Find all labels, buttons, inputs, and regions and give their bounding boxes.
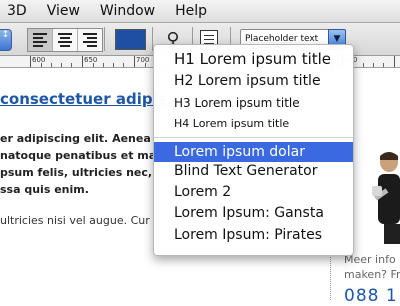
dropdown-item-lorem-2[interactable]: Lorem 2 — [174, 184, 231, 200]
text-style-dropdown-menu: H1 Lorem ipsum title H2 Lorem ipsum titl… — [153, 44, 354, 256]
ruler-tick — [394, 56, 395, 67]
ruler-tick — [134, 56, 135, 67]
alignment-group — [27, 28, 103, 52]
dropdown-item-lorem-gansta[interactable]: Lorem Ipsum: Gansta — [174, 205, 324, 221]
dropdown-item-h1[interactable]: H1 Lorem ipsum title — [174, 50, 331, 68]
align-center-button[interactable] — [53, 29, 78, 51]
align-right-button[interactable] — [78, 29, 102, 51]
paragraph-line: natoque penatibus et mag — [0, 149, 165, 162]
paragraph-line: psum felis, ultricies nec, — [0, 166, 153, 179]
document-paragraph-2[interactable]: ultricies nisi vel augue. Cur — [0, 214, 150, 227]
menu-3d[interactable]: 3D — [0, 3, 27, 19]
stepper-icon[interactable]: ↕ — [0, 29, 12, 51]
document-heading[interactable]: consectetuer adipis — [0, 90, 167, 108]
menu-help[interactable]: Help — [168, 3, 207, 19]
ruler-label: 700 — [136, 56, 150, 64]
ruler-tick — [30, 56, 31, 67]
dropdown-item-h4[interactable]: H4 Lorem ipsum title — [174, 117, 289, 130]
align-left-button[interactable] — [28, 29, 53, 51]
dropdown-item-h3[interactable]: H3 Lorem ipsum title — [174, 96, 300, 110]
color-swatch[interactable] — [115, 29, 146, 50]
menu-view[interactable]: View — [40, 3, 80, 19]
toolbar-divider — [104, 27, 105, 51]
ruler-tick — [82, 56, 83, 67]
menu-bar: 3D View Window Help — [0, 0, 400, 23]
align-right-icon — [83, 33, 97, 47]
document-paragraph[interactable]: er adipiscing elit. Aenea natoque penati… — [0, 130, 165, 198]
align-center-icon — [58, 33, 72, 47]
dropdown-item-lorem-ipsum-dolar[interactable]: Lorem ipsum dolar — [154, 142, 353, 162]
dropdown-item-h2[interactable]: H2 Lorem ipsum title — [174, 73, 321, 89]
right-column-text: Meer info maken? Fr — [344, 252, 400, 282]
dropdown-item-blind-text-generator[interactable]: Blind Text Generator — [174, 163, 317, 179]
ruler-label: 650 — [84, 56, 98, 64]
text-style-select-value: Placeholder text — [245, 34, 319, 44]
dropdown-item-lorem-pirates[interactable]: Lorem Ipsum: Pirates — [174, 227, 322, 243]
paragraph-line: er adipiscing elit. Aenea — [0, 132, 151, 145]
right-text-line: maken? Fr — [344, 268, 400, 281]
align-left-icon — [33, 33, 47, 47]
ruler-label: 600 — [32, 56, 46, 64]
menu-window[interactable]: Window — [93, 3, 155, 19]
paragraph-line: ssa quis enim. — [0, 183, 89, 196]
phone-number: 088 1 — [344, 286, 398, 306]
mechanic-figure-image — [372, 152, 400, 244]
dropdown-separator — [154, 137, 353, 138]
